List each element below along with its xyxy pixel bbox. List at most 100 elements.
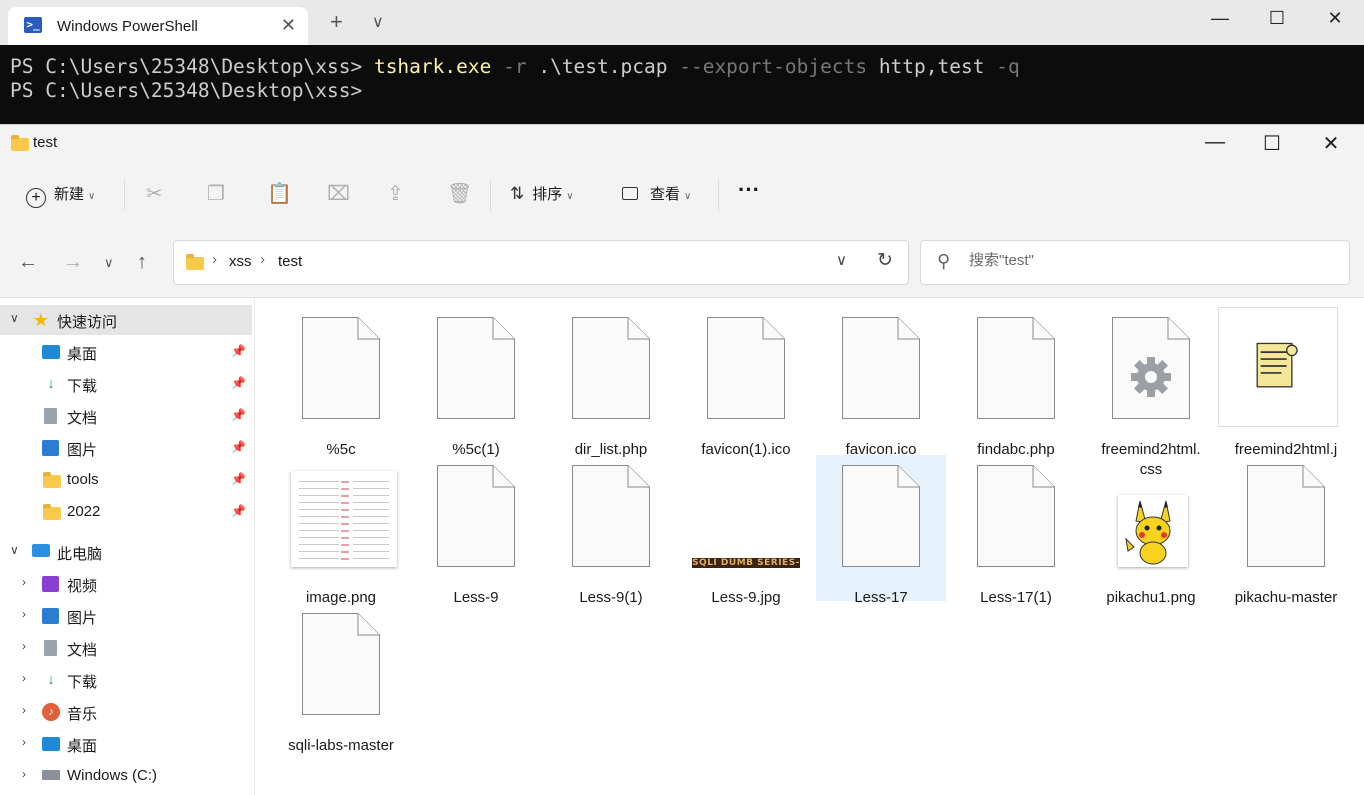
sort-button[interactable]: ⇅ 排序 ∨ <box>510 183 574 204</box>
drive-icon <box>42 770 60 780</box>
command-bar: + 新建 ∨ ✂ ❐ 📋 ⌧ ⇪ 🗑 ⇅ 排序 ∨ 查看 ∨ ··· <box>0 161 1364 230</box>
rename-icon[interactable]: ⌧ <box>327 181 350 206</box>
sidebar-item-music[interactable]: › ♪ 音乐 <box>0 697 252 727</box>
file-item[interactable]: sqli-labs-master <box>276 603 406 754</box>
scrollbar[interactable] <box>1358 298 1364 795</box>
breadcrumb-xss[interactable]: xss <box>229 253 252 270</box>
chevron-down-icon[interactable]: ∨ <box>10 543 19 557</box>
close-tab-icon[interactable]: ✕ <box>281 15 296 36</box>
terminal-tab[interactable]: >_ Windows PowerShell ✕ <box>8 7 308 45</box>
copy-icon[interactable]: ❐ <box>207 181 225 206</box>
settings-file-icon <box>1112 317 1190 419</box>
close-icon[interactable]: ✕ <box>1316 131 1346 156</box>
maximize-icon[interactable]: ☐ <box>1262 8 1292 29</box>
desktop-icon <box>42 737 60 751</box>
blank-file-icon <box>572 317 650 419</box>
sidebar-item-downloads[interactable]: ↓ 下载 📌 <box>0 369 252 399</box>
address-bar[interactable]: › xss › test ∨ ↻ <box>173 240 909 285</box>
file-item[interactable]: freemind2html.j s <box>1218 307 1351 478</box>
file-list: %5c %5c(1) dir_list.php favicon(1).ico favic… <box>255 298 1364 795</box>
pin-icon[interactable]: 📌 <box>231 344 246 358</box>
share-icon[interactable]: ⇪ <box>387 181 404 206</box>
sidebar-item-label: 快速访问 <box>57 314 118 331</box>
sidebar-item-videos[interactable]: › 视频 <box>0 569 252 599</box>
navigation-bar: ← → ∨ ↑ › xss › test ∨ ↻ ⚲ <box>0 229 1364 298</box>
chevron-right-icon[interactable]: › <box>22 607 26 621</box>
chevron-down-icon[interactable]: ∨ <box>10 311 19 325</box>
sidebar-item-quick-access[interactable]: ∨ ★ 快速访问 <box>0 305 252 335</box>
sidebar-item-2022[interactable]: 2022 📌 <box>0 497 252 527</box>
chevron-right-icon[interactable]: › <box>22 671 26 685</box>
file-item[interactable]: pikachu-master <box>1221 455 1351 606</box>
sidebar-item-pictures[interactable]: 图片 📌 <box>0 433 252 463</box>
file-item[interactable]: Less-9 <box>411 455 541 606</box>
delete-icon[interactable]: 🗑 <box>447 181 472 206</box>
pin-icon[interactable]: 📌 <box>231 376 246 390</box>
pin-icon[interactable]: 📌 <box>231 408 246 422</box>
file-item[interactable]: SQLI DUMB SERIES-9 Less-9.jpg <box>681 455 811 606</box>
chevron-right-icon[interactable]: › <box>22 703 26 717</box>
file-item[interactable]: Less-17(1) <box>951 455 1081 606</box>
file-explorer-window: test — ☐ ✕ + 新建 ∨ ✂ ❐ 📋 ⌧ ⇪ 🗑 ⇅ 排序 ∨ 查看 ∨ ···… <box>0 124 1364 795</box>
sidebar-item-tools[interactable]: tools 📌 <box>0 465 252 495</box>
new-tab-icon[interactable]: + <box>330 9 343 35</box>
file-item[interactable]: dir_list.php <box>546 307 676 458</box>
minimize-icon[interactable]: — <box>1205 8 1235 29</box>
file-name: Less-9(1) <box>579 589 643 606</box>
pin-icon[interactable]: 📌 <box>231 472 246 486</box>
sidebar-item-desktop[interactable]: › 桌面 <box>0 729 252 759</box>
maximize-icon[interactable]: ☐ <box>1257 131 1287 156</box>
sidebar-item-desktop[interactable]: 桌面 📌 <box>0 337 252 367</box>
chevron-right-icon[interactable]: › <box>22 639 26 653</box>
address-dropdown-icon[interactable]: ∨ <box>836 251 847 269</box>
terminal-line-1: PS C:\Users\25348\Desktop\xss> tshark.ex… <box>10 55 1020 78</box>
pikachu-thumbnail <box>1118 495 1188 567</box>
document-icon <box>44 640 57 656</box>
sidebar-item-windows-c[interactable]: › Windows (C:) <box>0 761 252 791</box>
sidebar-item-downloads[interactable]: › ↓ 下载 <box>0 665 252 695</box>
pin-icon[interactable]: 📌 <box>231 504 246 518</box>
chevron-right-icon[interactable]: › <box>22 767 26 781</box>
sidebar-item-documents[interactable]: 文档 📌 <box>0 401 252 431</box>
sidebar-item-label: 桌面 <box>67 738 98 755</box>
search-icon: ⚲ <box>937 251 951 271</box>
sidebar-item-pictures[interactable]: › 图片 <box>0 601 252 631</box>
chevron-right-icon[interactable]: › <box>22 575 26 589</box>
sidebar-item-documents[interactable]: › 文档 <box>0 633 252 663</box>
refresh-icon[interactable]: ↻ <box>877 249 893 272</box>
chevron-right-icon[interactable]: › <box>22 735 26 749</box>
terminal-body[interactable]: PS C:\Users\25348\Desktop\xss> tshark.ex… <box>0 45 1364 125</box>
breadcrumb-test[interactable]: test <box>278 253 302 270</box>
view-button[interactable]: 查看 ∨ <box>622 183 691 204</box>
up-arrow-icon[interactable]: ↑ <box>137 251 147 274</box>
file-item[interactable]: favicon.ico <box>816 307 946 458</box>
file-item[interactable]: image.png <box>276 455 406 606</box>
search-box[interactable]: ⚲ <box>920 240 1350 285</box>
paste-icon[interactable]: 📋 <box>267 181 292 206</box>
close-icon[interactable]: ✕ <box>1320 8 1350 29</box>
file-item[interactable]: findabc.php <box>951 307 1081 458</box>
search-input[interactable] <box>967 251 1331 270</box>
more-options-button[interactable]: ··· <box>738 177 760 203</box>
sidebar-item-label: 视频 <box>67 578 98 595</box>
file-item[interactable]: favicon(1).ico <box>681 307 811 458</box>
back-arrow-icon[interactable]: ← <box>18 251 38 274</box>
minimize-icon[interactable]: — <box>1200 131 1230 154</box>
forward-arrow-icon[interactable]: → <box>63 251 83 274</box>
download-icon: ↓ <box>47 375 55 392</box>
file-item[interactable]: %5c(1) <box>411 307 541 458</box>
blank-file-icon <box>842 317 920 419</box>
file-item[interactable]: pikachu1.png <box>1086 455 1216 606</box>
sidebar-item-this-pc[interactable]: ∨ 此电脑 <box>0 537 252 567</box>
sidebar-item-label: 下载 <box>67 674 98 691</box>
recent-locations-icon[interactable]: ∨ <box>104 255 114 271</box>
cut-icon[interactable]: ✂ <box>146 181 163 206</box>
pin-icon[interactable]: 📌 <box>231 440 246 454</box>
file-item[interactable]: %5c <box>276 307 406 458</box>
file-item[interactable]: freemind2html. css <box>1086 307 1216 478</box>
file-item[interactable]: Less-17 <box>816 455 946 606</box>
blank-file-icon <box>437 465 515 567</box>
file-item[interactable]: Less-9(1) <box>546 455 676 606</box>
chevron-down-icon[interactable]: ∨ <box>372 12 384 32</box>
new-button[interactable]: + 新建 ∨ <box>26 183 95 208</box>
